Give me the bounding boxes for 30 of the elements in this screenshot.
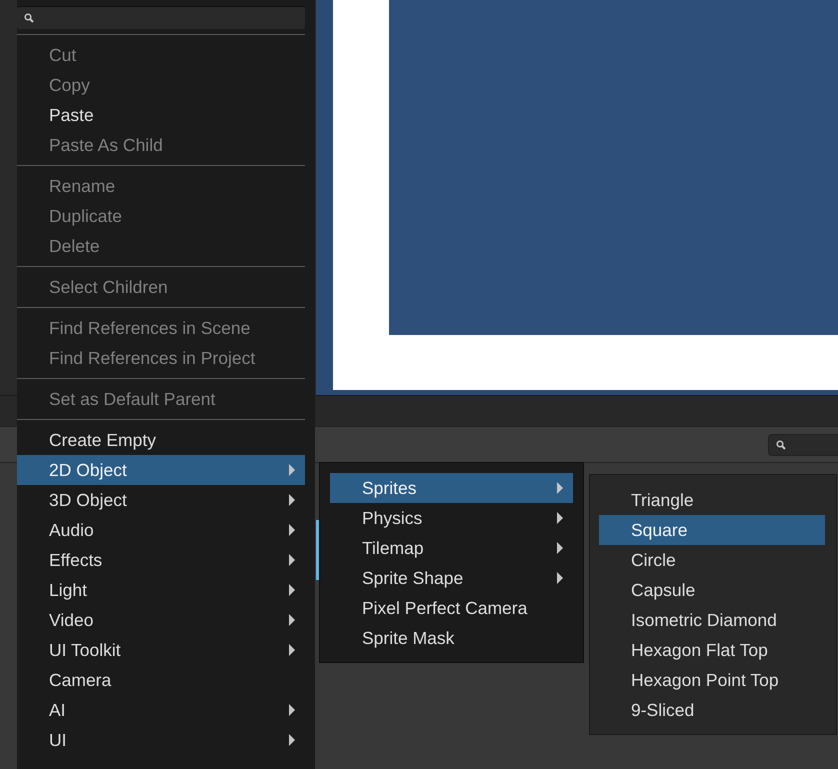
menu-item[interactable]: Sprite Mask xyxy=(330,623,573,653)
search-field[interactable] xyxy=(17,6,305,29)
menu-item[interactable]: Triangle xyxy=(599,485,825,515)
menu-item[interactable]: 2D Object xyxy=(17,455,305,485)
menu-item[interactable]: Pixel Perfect Camera xyxy=(330,593,573,623)
search-icon xyxy=(24,13,34,23)
menu-item[interactable]: 9-Sliced xyxy=(599,695,825,725)
menu-item[interactable]: Video xyxy=(17,605,305,635)
menu-item[interactable]: Physics xyxy=(330,503,573,533)
menu-item[interactable]: Audio xyxy=(17,515,305,545)
menu-item[interactable]: Create Empty xyxy=(17,425,305,455)
menu-item[interactable]: Capsule xyxy=(599,575,825,605)
menu-item[interactable]: 3D Object xyxy=(17,485,305,515)
search-icon xyxy=(776,440,786,450)
menu-item[interactable]: Sprites xyxy=(330,473,573,503)
menu-item[interactable]: UI xyxy=(17,725,305,755)
search-field[interactable] xyxy=(768,434,838,456)
menu-item[interactable]: Tilemap xyxy=(330,533,573,563)
menu-item[interactable]: Hexagon Point Top xyxy=(599,665,825,695)
menu-item[interactable]: Camera xyxy=(17,665,305,695)
menu-item[interactable]: Paste xyxy=(17,100,305,130)
menu-item[interactable]: Effects xyxy=(17,545,305,575)
menu-item[interactable]: Sprite Shape xyxy=(330,563,573,593)
menu-item[interactable]: Hexagon Flat Top xyxy=(599,635,825,665)
menu-item[interactable]: Light xyxy=(17,575,305,605)
menu-item[interactable]: UI Toolkit xyxy=(17,635,305,665)
menu-item[interactable]: AI xyxy=(17,695,305,725)
menu-item[interactable]: Circle xyxy=(599,545,825,575)
menu-item[interactable]: Square xyxy=(599,515,825,545)
menu-item[interactable]: Isometric Diamond xyxy=(599,605,825,635)
